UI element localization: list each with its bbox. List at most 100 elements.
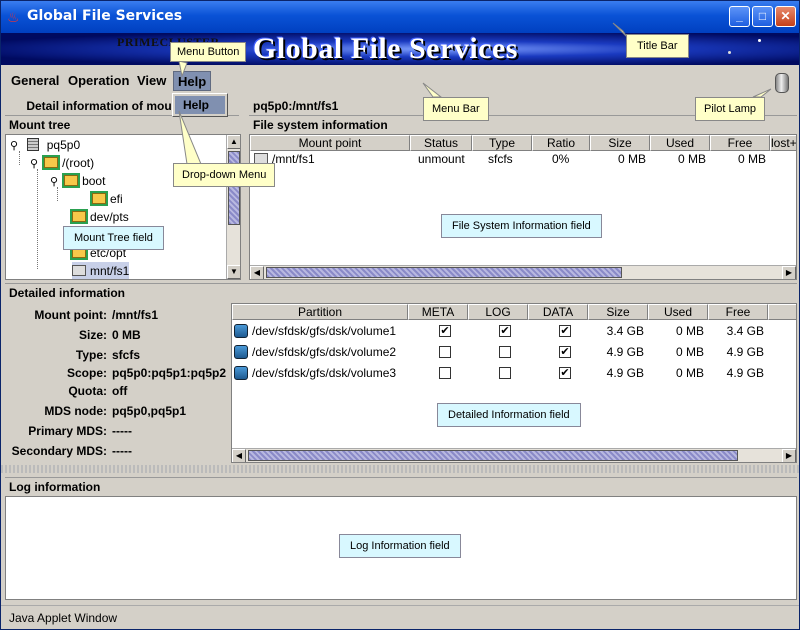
column-header[interactable]: LOG xyxy=(468,304,528,320)
meta-checkbox[interactable] xyxy=(439,346,451,358)
menu-help[interactable]: Help xyxy=(173,71,212,91)
mount-tree: ⚲ pq5p0 ⚲/(root) ⚲ boot efi dev/pts etc/o… xyxy=(5,134,241,280)
maximize-button[interactable]: □ xyxy=(752,6,773,27)
label-mount-point: Mount point: xyxy=(34,308,107,322)
column-header[interactable]: lost+ xyxy=(770,135,796,151)
label-secondary-mds: Secondary MDS: xyxy=(11,444,107,458)
fs-info-table: Mount point Status Type Ratio Size Used … xyxy=(249,134,797,280)
data-checkbox[interactable]: ✔ xyxy=(559,325,571,337)
tree-vscrollbar[interactable]: ▲ ▼ xyxy=(226,135,240,279)
tree-node-boot[interactable]: ⚲ boot xyxy=(50,172,105,190)
meta-checkbox[interactable]: ✔ xyxy=(439,325,451,337)
tree-node-label: /(root) xyxy=(62,156,95,170)
cell-type: sfcfs xyxy=(488,152,513,166)
value-type: sfcfs xyxy=(112,348,141,362)
disk-icon xyxy=(234,366,248,380)
column-header[interactable]: Free xyxy=(708,304,768,320)
cell-used: 0 MB xyxy=(675,345,704,359)
cell-used: 0 MB xyxy=(675,366,704,380)
dropdown-item-help[interactable]: Help xyxy=(175,96,225,114)
callout-pilot-lamp: Pilot Lamp xyxy=(695,97,765,121)
column-header-overflow[interactable] xyxy=(768,304,796,320)
column-header[interactable]: META xyxy=(408,304,468,320)
minimize-button[interactable]: _ xyxy=(729,6,750,27)
label-type: Type: xyxy=(75,348,107,362)
cell-size: 0 MB xyxy=(617,152,646,166)
data-checkbox[interactable]: ✔ xyxy=(559,346,571,358)
label-size: Size: xyxy=(78,328,107,342)
log-checkbox[interactable] xyxy=(499,367,511,379)
tree-node-root[interactable]: ⚲ /(root) xyxy=(30,154,94,172)
column-header[interactable]: Size xyxy=(590,135,650,151)
scroll-thumb[interactable] xyxy=(266,267,622,278)
callout-dropdown-menu: Drop-down Menu xyxy=(173,163,276,187)
log-checkbox[interactable]: ✔ xyxy=(499,325,511,337)
column-header[interactable]: Used xyxy=(648,304,708,320)
partition-text: /dev/sfdsk/gfs/dsk/volume2 xyxy=(252,345,397,359)
column-header[interactable]: DATA xyxy=(528,304,588,320)
folder-icon xyxy=(42,155,61,170)
cell-partition: /dev/sfdsk/gfs/dsk/volume2 xyxy=(234,343,396,361)
folder-icon xyxy=(70,209,88,224)
tree-node-host[interactable]: ⚲ pq5p0 xyxy=(10,136,80,154)
menu-operation[interactable]: Operation xyxy=(64,71,133,91)
tree-node-devpts[interactable]: dev/pts xyxy=(70,208,129,226)
table-row[interactable]: /mnt/fs1 unmount sfcfs 0% 0 MB 0 MB 0 MB xyxy=(250,150,796,168)
expand-pin-icon: ⚲ xyxy=(30,158,39,170)
scroll-right-icon[interactable]: ▶ xyxy=(782,449,796,462)
label-quota: Quota: xyxy=(68,384,107,398)
callout-fs-info-field: File System Information field xyxy=(441,214,602,238)
splitter-handle[interactable] xyxy=(1,465,799,473)
cell-partition: /dev/sfdsk/gfs/dsk/volume3 xyxy=(234,364,396,382)
scroll-thumb[interactable] xyxy=(248,450,738,461)
title-bar[interactable]: ♨ Global File Services _ □ ✕ xyxy=(1,1,799,33)
cell-free: 3.4 GB xyxy=(726,324,764,338)
app-window: ♨ Global File Services _ □ ✕ PRIMECLUSTE… xyxy=(0,0,800,630)
expand-pin-icon: ⚲ xyxy=(10,140,19,152)
partition-text: /dev/sfdsk/gfs/dsk/volume1 xyxy=(252,324,397,338)
cell-partition: /dev/sfdsk/gfs/dsk/volume1 xyxy=(234,322,396,340)
tree-node-label: boot xyxy=(82,174,106,188)
label-scope: Scope: xyxy=(66,366,107,380)
value-mount-point: /mnt/fs1 xyxy=(112,308,159,322)
column-header[interactable]: Ratio xyxy=(532,135,590,151)
table-row[interactable]: /dev/sfdsk/gfs/dsk/volume2 ✔ 4.9 GB 0 MB… xyxy=(232,342,796,362)
column-header[interactable]: Used xyxy=(650,135,710,151)
java-icon: ♨ xyxy=(7,9,20,25)
scroll-up-icon[interactable]: ▲ xyxy=(227,135,240,149)
column-header[interactable]: Free xyxy=(710,135,770,151)
log-checkbox[interactable] xyxy=(499,346,511,358)
partition-hscrollbar[interactable]: ◀ ▶ xyxy=(232,448,796,462)
callout-mount-tree-field: Mount Tree field xyxy=(63,226,164,250)
scroll-right-icon[interactable]: ▶ xyxy=(782,266,796,279)
callout-detailed-info-field: Detailed Information field xyxy=(437,403,581,427)
table-row[interactable]: /dev/sfdsk/gfs/dsk/volume3 ✔ 4.9 GB 0 MB… xyxy=(232,363,796,383)
value-primary-mds: ----- xyxy=(112,424,132,438)
scroll-down-icon[interactable]: ▼ xyxy=(227,265,240,279)
column-header[interactable]: Partition xyxy=(232,304,408,320)
close-button[interactable]: ✕ xyxy=(775,6,796,27)
column-header[interactable]: Status xyxy=(410,135,472,151)
window-title: Global File Services xyxy=(27,8,183,24)
cell-size: 4.9 GB xyxy=(606,366,644,380)
scroll-left-icon[interactable]: ◀ xyxy=(250,266,264,279)
table-row[interactable]: /dev/sfdsk/gfs/dsk/volume1 ✔ ✔ ✔ 3.4 GB … xyxy=(232,321,796,341)
column-header[interactable]: Type xyxy=(472,135,532,151)
scroll-left-icon[interactable]: ◀ xyxy=(232,449,246,462)
meta-checkbox[interactable] xyxy=(439,367,451,379)
tree-node-mntfs1[interactable]: mnt/fs1 xyxy=(72,262,130,279)
menu-general[interactable]: General xyxy=(7,71,63,91)
data-checkbox[interactable]: ✔ xyxy=(559,367,571,379)
cell-free: 4.9 GB xyxy=(726,366,764,380)
fs-hscrollbar[interactable]: ◀ ▶ xyxy=(250,265,796,279)
column-header[interactable]: Size xyxy=(588,304,648,320)
cell-free: 4.9 GB xyxy=(726,345,764,359)
mount-tree-title: Mount tree xyxy=(5,115,239,133)
menu-view[interactable]: View xyxy=(133,71,170,91)
cell-size: 4.9 GB xyxy=(606,345,644,359)
mount-point-text: /mnt/fs1 xyxy=(272,152,315,166)
banner-title: Global File Services xyxy=(253,33,518,65)
tree-node-efi[interactable]: efi xyxy=(90,190,123,208)
column-header[interactable]: Mount point xyxy=(250,135,410,151)
tree-node-label: dev/pts xyxy=(90,210,129,224)
